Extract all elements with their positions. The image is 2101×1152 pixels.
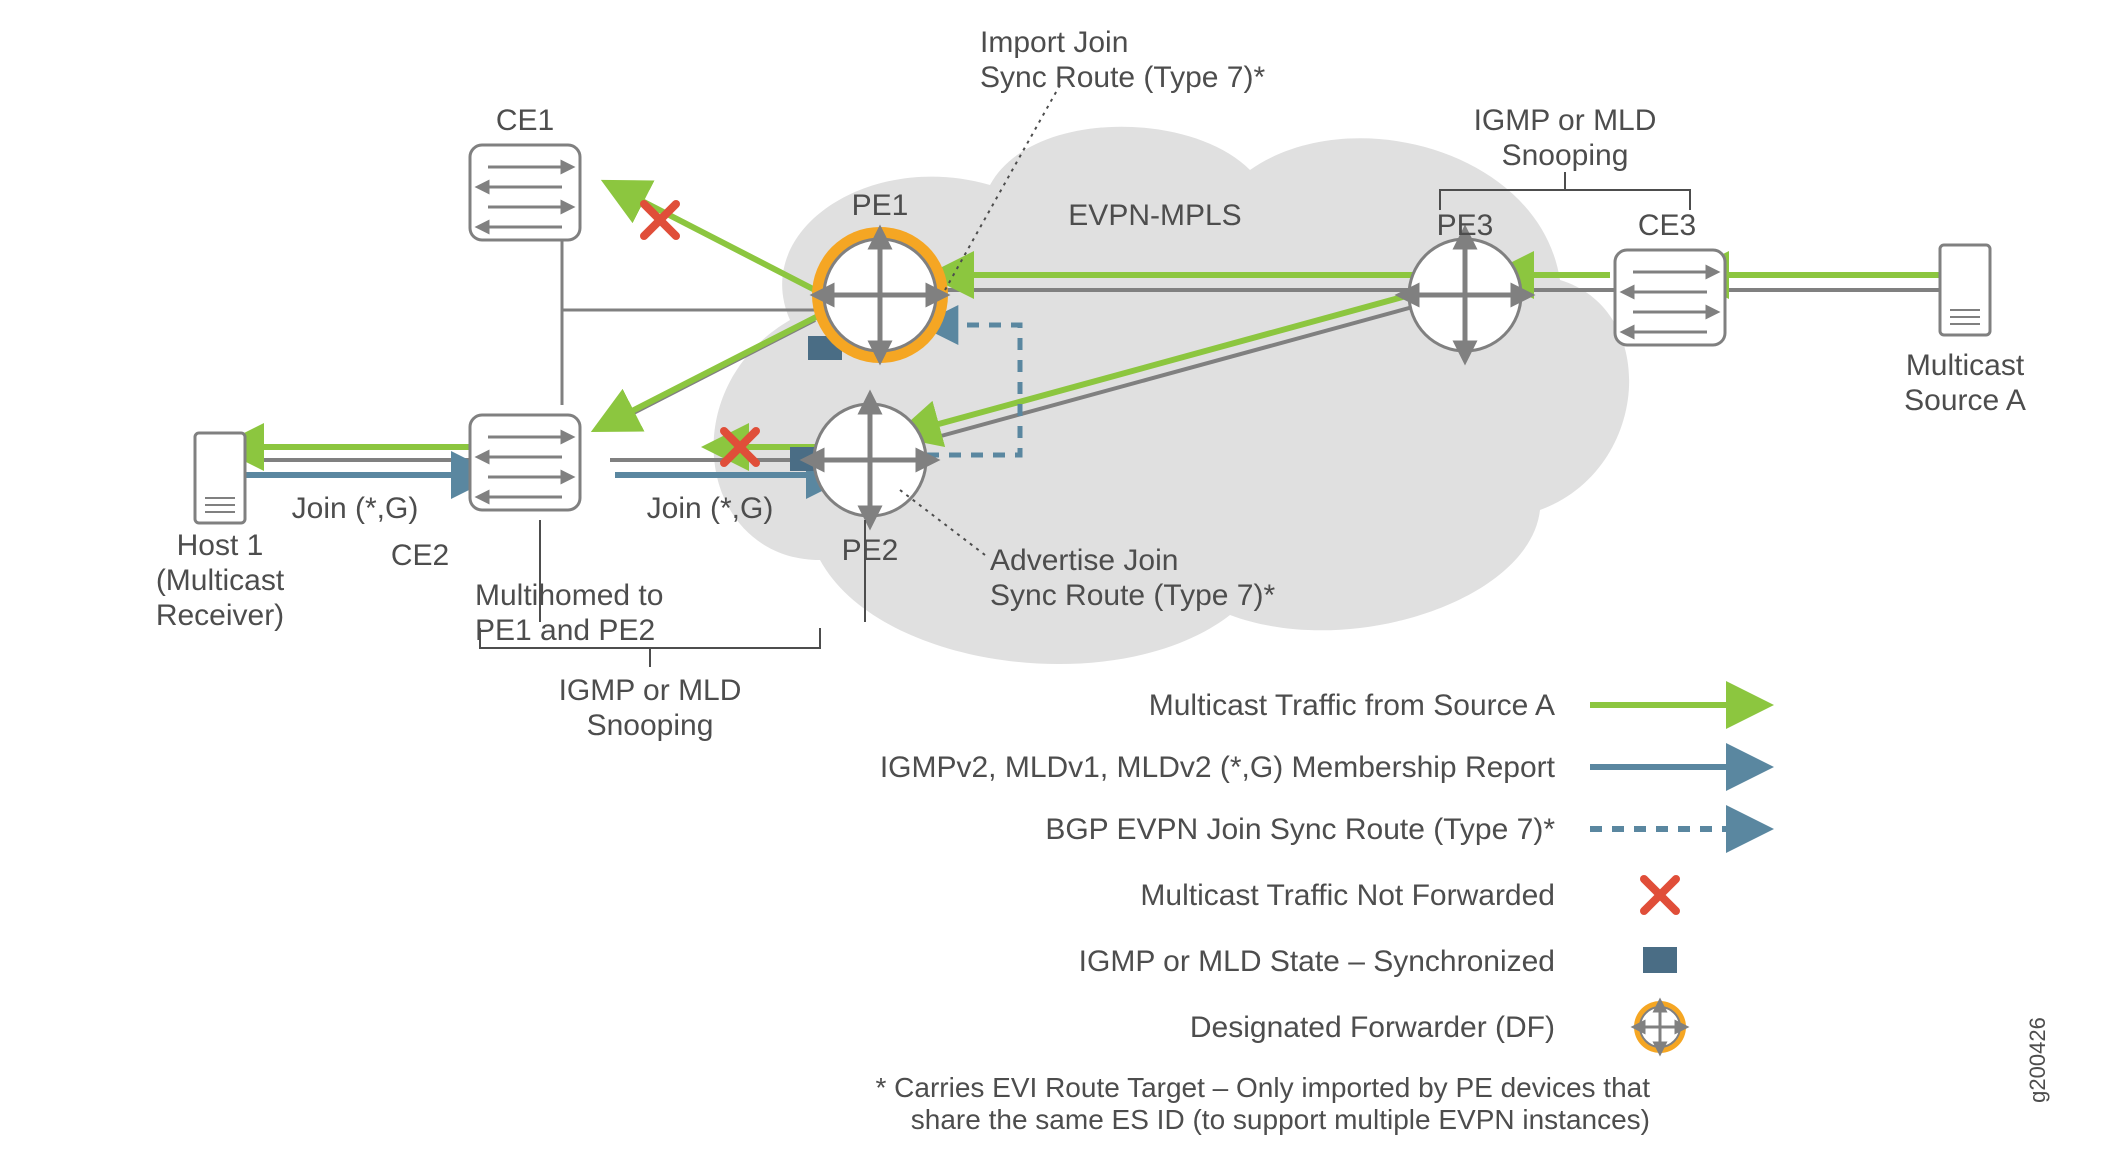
host1-label-l2: (Multicast xyxy=(156,564,285,597)
evpn-mpls-label: EVPN-MPLS xyxy=(1068,199,1241,232)
pe3-label: PE3 xyxy=(1437,209,1494,242)
legend-footnote-l2: share the same ES ID (to support multipl… xyxy=(911,1104,1650,1135)
join-label-1: Join (*,G) xyxy=(292,492,419,525)
source-label-l1: Multicast xyxy=(1906,349,2025,382)
advertise-l1: Advertise Join xyxy=(990,544,1178,577)
host1-device xyxy=(195,433,245,523)
snooping-left-l1: IGMP or MLD xyxy=(559,674,742,707)
pe1-device xyxy=(812,227,948,363)
import-l1: Import Join xyxy=(980,26,1128,59)
legend-sync: BGP EVPN Join Sync Route (Type 7)* xyxy=(1045,813,1555,846)
pe2-device xyxy=(814,404,926,516)
pe3-device xyxy=(1409,239,1521,351)
pe1-label: PE1 xyxy=(852,189,909,222)
legend: Multicast Traffic from Source A IGMPv2, … xyxy=(875,689,1730,1135)
legend-traffic: Multicast Traffic from Source A xyxy=(1149,689,1555,722)
pe2-label: PE2 xyxy=(842,534,899,567)
ce3-device xyxy=(1615,250,1725,345)
host1-label-l1: Host 1 xyxy=(177,529,264,562)
legend-df-icon xyxy=(1634,1001,1686,1053)
multihomed-l1: Multihomed to xyxy=(475,579,663,612)
evpn-diagram: Host 1 (Multicast Receiver) CE1 CE2 CE3 … xyxy=(0,0,2101,1152)
snooping-right-l1: IGMP or MLD xyxy=(1474,104,1657,137)
legend-membership: IGMPv2, MLDv1, MLDv2 (*,G) Membership Re… xyxy=(880,751,1556,784)
host1-label-l3: Receiver) xyxy=(156,599,284,632)
ce1-device xyxy=(470,145,580,240)
legend-notfwd-icon xyxy=(1644,879,1676,911)
source-label-l2: Source A xyxy=(1904,384,2026,417)
legend-state-icon xyxy=(1643,947,1677,973)
source-device xyxy=(1940,245,1990,335)
figure-id: g200426 xyxy=(2025,1017,2050,1103)
join-label-2: Join (*,G) xyxy=(647,492,774,525)
ce2-label: CE2 xyxy=(391,539,449,572)
snooping-left-l2: Snooping xyxy=(587,709,714,742)
legend-footnote-l1: * Carries EVI Route Target – Only import… xyxy=(875,1072,1650,1103)
legend-state: IGMP or MLD State – Synchronized xyxy=(1079,945,1555,978)
advertise-l2: Sync Route (Type 7)* xyxy=(990,579,1275,612)
ce2-device xyxy=(470,415,580,510)
import-l2: Sync Route (Type 7)* xyxy=(980,61,1265,94)
multihomed-l2: PE1 and PE2 xyxy=(475,614,655,647)
ce3-label: CE3 xyxy=(1638,209,1696,242)
snooping-right-l2: Snooping xyxy=(1502,139,1629,172)
legend-df: Designated Forwarder (DF) xyxy=(1190,1011,1555,1044)
legend-notfwd: Multicast Traffic Not Forwarded xyxy=(1140,879,1555,912)
ce1-label: CE1 xyxy=(496,104,554,137)
